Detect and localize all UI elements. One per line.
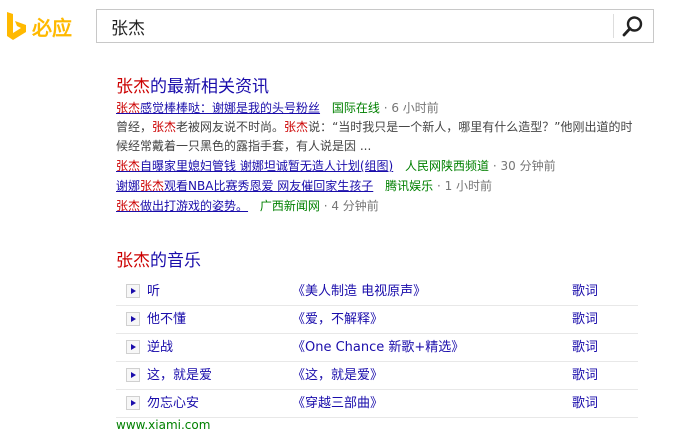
lyrics-link[interactable]: 歌词 <box>572 306 598 333</box>
lyrics-link[interactable]: 歌词 <box>572 334 598 361</box>
song-row: 这，就是爱 《这，就是爱》 歌词 <box>116 362 638 390</box>
play-icon[interactable] <box>126 284 140 298</box>
bing-logo-icon <box>7 12 26 40</box>
search-input[interactable] <box>97 10 607 42</box>
news-time: · 4 分钟前 <box>323 199 379 213</box>
album-link[interactable]: 《爱，不解释》 <box>292 306 383 333</box>
album-link[interactable]: 《穿越三部曲》 <box>292 390 383 417</box>
music-section: 张杰的音乐 听 《美人制造 电视原声》 歌词 他不懂 《爱，不解释》 歌词 逆战… <box>116 250 638 418</box>
search-icon <box>622 16 643 37</box>
news-section: 张杰的最新相关资讯 张杰感觉棒棒哒：谢娜是我的头号粉丝 国际在线 · 6 小时前… <box>116 76 646 216</box>
music-title-text: 的音乐 <box>150 251 201 271</box>
lyrics-link[interactable]: 歌词 <box>572 362 598 389</box>
news-item: 谢娜张杰观看NBA比赛秀恩爱 网友催回家生孩子 腾讯娱乐 · 1 小时前 <box>116 176 646 196</box>
album-link[interactable]: 《美人制造 电视原声》 <box>292 278 426 305</box>
song-name[interactable]: 听 <box>147 278 160 305</box>
news-section-title[interactable]: 张杰的最新相关资讯 <box>116 76 646 98</box>
news-link[interactable]: 张杰自曝家里媳妇管钱 谢娜坦诚暂无造人计划(组图) <box>116 159 393 173</box>
search-button[interactable] <box>613 10 653 42</box>
news-source: 人民网陕西频道 <box>405 159 490 173</box>
news-item: 张杰感觉棒棒哒：谢娜是我的头号粉丝 国际在线 · 6 小时前 <box>116 98 646 118</box>
news-title-text: 的最新相关资讯 <box>150 77 269 97</box>
music-title-highlight: 张杰 <box>116 251 150 271</box>
play-icon[interactable] <box>126 368 140 382</box>
news-source: 腾讯娱乐 <box>385 179 434 193</box>
song-name[interactable]: 他不懂 <box>147 306 186 333</box>
news-item: 张杰做出打游戏的姿势。 广西新闻网 · 4 分钟前 <box>116 196 646 216</box>
news-source: 国际在线 <box>331 101 380 115</box>
song-name[interactable]: 这，就是爱 <box>147 362 212 389</box>
search-box <box>96 9 654 43</box>
lyrics-link[interactable]: 歌词 <box>572 390 598 417</box>
song-name[interactable]: 勿忘心安 <box>147 390 199 417</box>
play-icon[interactable] <box>126 312 140 326</box>
xiami-source-link[interactable]: www.xiami.com <box>116 418 210 432</box>
news-link[interactable]: 谢娜张杰观看NBA比赛秀恩爱 网友催回家生孩子 <box>116 179 373 193</box>
news-source: 广西新闻网 <box>259 199 320 213</box>
bing-logo[interactable]: 必应 <box>6 8 102 44</box>
news-link[interactable]: 张杰感觉棒棒哒：谢娜是我的头号粉丝 <box>116 101 320 115</box>
play-icon[interactable] <box>126 396 140 410</box>
news-time: · 30 分钟前 <box>492 159 556 173</box>
news-time: · 6 小时前 <box>383 101 439 115</box>
news-title-highlight: 张杰 <box>116 77 150 97</box>
bing-logo-text: 必应 <box>32 15 72 40</box>
song-row: 他不懂 《爱，不解释》 歌词 <box>116 306 638 334</box>
news-time: · 1 小时前 <box>436 179 493 193</box>
album-link[interactable]: 《One Chance 新歌+精选》 <box>292 334 464 361</box>
song-row: 逆战 《One Chance 新歌+精选》 歌词 <box>116 334 638 362</box>
album-link[interactable]: 《这，就是爱》 <box>292 362 383 389</box>
news-link[interactable]: 张杰做出打游戏的姿势。 <box>116 199 248 213</box>
play-icon[interactable] <box>126 340 140 354</box>
music-section-title[interactable]: 张杰的音乐 <box>116 250 638 272</box>
news-snippet: 曾经，张杰老被网友说不时尚。张杰说：“当时我只是一个新人，哪里有什么造型？”他刚… <box>116 120 633 153</box>
song-row: 勿忘心安 《穿越三部曲》 歌词 <box>116 390 638 418</box>
news-item: 张杰自曝家里媳妇管钱 谢娜坦诚暂无造人计划(组图) 人民网陕西频道 · 30 分… <box>116 156 646 176</box>
song-row: 听 《美人制造 电视原声》 歌词 <box>116 278 638 306</box>
lyrics-link[interactable]: 歌词 <box>572 278 598 305</box>
song-name[interactable]: 逆战 <box>147 334 173 361</box>
